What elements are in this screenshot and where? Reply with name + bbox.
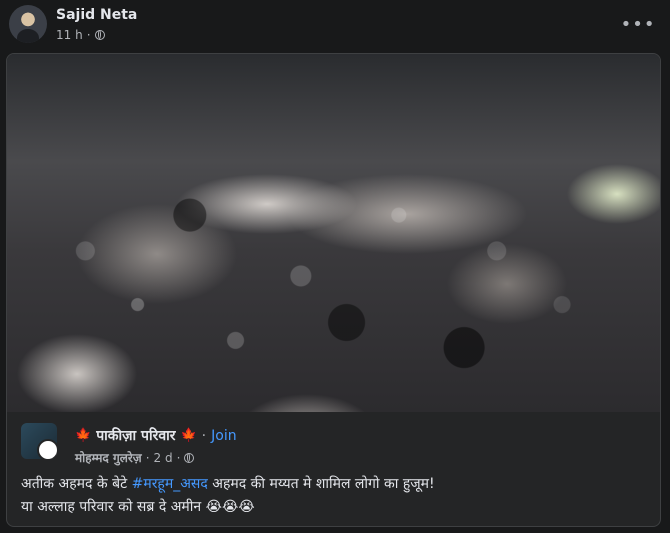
- globe-icon[interactable]: [94, 30, 105, 40]
- maple-leaf-icon: 🍁: [75, 428, 92, 443]
- shared-post-card[interactable]: 🍁 पाकीज़ा परिवार 🍁 · Join मोहम्मद गुलरेज…: [6, 53, 661, 527]
- meta-separator: ·: [145, 450, 150, 465]
- join-link[interactable]: Join: [211, 428, 236, 444]
- posted-by[interactable]: मोहम्मद गुलरेज़: [75, 449, 142, 466]
- caption-line-2: या अल्लाह परिवार को सब्र दे अमीन 😭😭😭: [21, 499, 255, 515]
- dot-separator: ·: [201, 427, 207, 444]
- post-time[interactable]: 11 h: [56, 28, 83, 42]
- post-caption: अतीक अहमद के बेटे #मरहूम_असद अहमद की मय्…: [21, 473, 651, 519]
- globe-icon[interactable]: [184, 452, 195, 463]
- video-player[interactable]: [7, 54, 660, 412]
- caption-line-1: अतीक अहमद के बेटे #मरहूम_असद अहमद की मय्…: [21, 473, 651, 496]
- video-frame: [7, 54, 660, 412]
- more-options-button[interactable]: •••: [621, 12, 655, 36]
- shared-post-time[interactable]: 2 d: [154, 451, 173, 465]
- group-name[interactable]: पाकीज़ा परिवार: [96, 426, 175, 445]
- meta-separator: ·: [86, 28, 91, 42]
- group-avatar[interactable]: [21, 423, 57, 459]
- hashtag-link[interactable]: #मरहूम_असद: [132, 476, 208, 492]
- shared-post-body: 🍁 पाकीज़ा परिवार 🍁 · Join मोहम्मद गुलरेज…: [7, 412, 660, 526]
- meta-separator: ·: [176, 450, 181, 465]
- group-post-meta: मोहम्मद गुलरेज़ · 2 d ·: [75, 449, 195, 466]
- caption-text: अतीक अहमद के बेटे: [21, 476, 132, 492]
- post-meta: 11 h ·: [56, 28, 105, 42]
- maple-leaf-icon: 🍁: [180, 428, 197, 443]
- post-header: Sajid Neta 11 h · •••: [0, 0, 670, 50]
- author-name[interactable]: Sajid Neta: [56, 7, 137, 23]
- caption-text: अहमद की मय्यत मे शामिल लोगो का हुजूम!: [207, 476, 435, 492]
- group-header: 🍁 पाकीज़ा परिवार 🍁 · Join: [75, 426, 237, 445]
- author-avatar[interactable]: [9, 5, 47, 43]
